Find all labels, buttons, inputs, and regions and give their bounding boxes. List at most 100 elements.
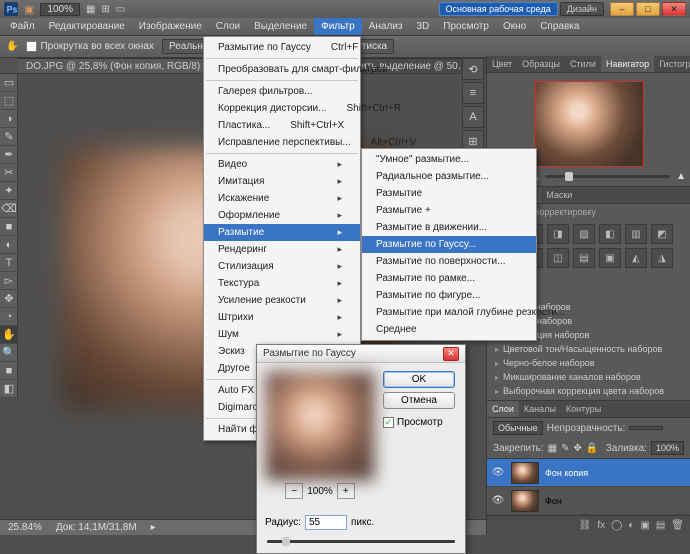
mi-group-4[interactable]: Размытие [204,224,360,241]
mi-blur-3[interactable]: Размытие + [362,202,536,219]
mi-lens[interactable]: Коррекция дисторсии...Shift+Ctrl+R [204,100,360,117]
nav-zoom-slider[interactable] [545,175,670,178]
adjust-icon-13[interactable]: ◮ [651,248,673,268]
mi-blur-1[interactable]: Радиальное размытие... [362,168,536,185]
tab-masks[interactable]: Маски [541,187,577,203]
tool-wand[interactable]: ✎ [0,128,18,146]
menu-image[interactable]: Изображение [132,18,209,35]
foreground-color[interactable]: ■ [0,362,18,380]
adjust-icon-11[interactable]: ▣ [599,248,621,268]
menu-edit[interactable]: Редактирование [42,18,132,35]
menu-3d[interactable]: 3D [409,18,436,35]
fill-input[interactable]: 100% [651,441,684,455]
zoom-dropdown[interactable]: 100% [40,3,80,16]
mi-liquify[interactable]: Пластика...Shift+Ctrl+X [204,117,360,134]
link-layers-icon[interactable]: ⛓ [579,520,592,531]
preset-6[interactable]: Выборочная коррекция цвета наборов [487,384,690,398]
fx-icon[interactable]: fx [597,520,605,531]
tool-gradient[interactable]: ◐ [0,236,18,254]
status-doc[interactable]: Док: 14,1M/31,8M [56,522,137,533]
character-icon[interactable]: A [462,106,484,128]
mi-blur-6[interactable]: Размытие по поверхности... [362,253,536,270]
mi-blur-9[interactable]: Размытие при малой глубине резкости... [362,304,536,321]
maximize-button[interactable]: □ [636,2,660,16]
tab-histogram[interactable]: Гистограмма [654,56,690,72]
lock-pixels-icon[interactable]: ✎ [561,443,569,454]
adjust-icon-6[interactable]: ◩ [651,224,673,244]
menu-help[interactable]: Справка [533,18,586,35]
menu-analysis[interactable]: Анализ [362,18,410,35]
mi-blur-2[interactable]: Размытие [362,185,536,202]
mi-group-0[interactable]: Видео [204,156,360,173]
bridge-icon[interactable]: ▣ [24,3,34,16]
close-button[interactable]: ✕ [662,2,686,16]
mi-blur-5[interactable]: Размытие по Гауссу... [362,236,536,253]
arrange-icon[interactable]: ⊞ [101,4,109,15]
workspace-tab-design[interactable]: Дизайн [560,2,604,16]
tool-crop[interactable]: ✒ [0,146,18,164]
mi-blur-4[interactable]: Размытие в движении... [362,219,536,236]
mi-gallery[interactable]: Галерея фильтров... [204,83,360,100]
mi-group-7[interactable]: Текстура [204,275,360,292]
tool-lasso[interactable]: ◑ [0,110,18,128]
zoom-in-icon[interactable]: ▲ [676,171,686,182]
mi-group-6[interactable]: Стилизация [204,258,360,275]
layer-thumb[interactable] [511,462,539,484]
mi-blur-8[interactable]: Размытие по фигуре... [362,287,536,304]
tool-type[interactable]: T [0,254,18,272]
menu-file[interactable]: Файл [3,18,42,35]
ok-button[interactable]: OK [383,371,455,388]
mi-blur-7[interactable]: Размытие по рамке... [362,270,536,287]
menu-filter[interactable]: Фильтр [314,18,362,35]
tab-styles[interactable]: Стили [565,56,601,72]
tool-shape[interactable]: ◔ [0,308,18,326]
scroll-all-checkbox[interactable]: Прокрутка во всех окнах [26,41,154,52]
blend-mode-select[interactable]: Обычные [493,421,543,435]
tool-stamp[interactable]: ■ [0,218,18,236]
adjust-icon-12[interactable]: ◭ [625,248,647,268]
doc-tab-0[interactable]: DO.JPG @ 25,8% (Фон копия, RGB/8)× [18,58,219,73]
minimize-button[interactable]: – [610,2,634,16]
preset-4[interactable]: Черно-белое наборов [487,356,690,370]
mi-group-1[interactable]: Имитация [204,173,360,190]
menu-layer[interactable]: Слои [209,18,247,35]
cancel-button[interactable]: Отмена [383,392,455,409]
layer-row[interactable]: 👁Фон копия [487,459,690,487]
tool-move[interactable]: ▭ [0,74,18,92]
preview-checkbox[interactable]: ✓Просмотр [383,417,455,428]
zoom-in-button[interactable]: + [337,483,355,499]
adjust-icon-3[interactable]: ▨ [573,224,595,244]
radius-input[interactable] [305,515,347,530]
actions-icon[interactable]: ≡ [462,82,484,104]
group-icon[interactable]: ▣ [640,520,649,531]
tool-pen[interactable]: ▻ [0,272,18,290]
lock-position-icon[interactable]: ✥ [574,443,582,454]
adjust-icon-2[interactable]: ◨ [547,224,569,244]
radius-slider[interactable] [267,540,455,543]
preset-5[interactable]: Микширование каналов наборов [487,370,690,384]
mi-last-filter[interactable]: Размытие по ГауссуCtrl+F [204,39,360,56]
tool-marquee[interactable]: ⬚ [0,92,18,110]
preset-3[interactable]: Цветовой тон/Насыщенность наборов [487,342,690,356]
tool-heal[interactable]: ✦ [0,182,18,200]
layer-thumb[interactable] [511,490,539,512]
adjustment-layer-icon[interactable]: ◐ [628,520,634,531]
mask-icon[interactable]: ◯ [611,520,622,531]
zoom-out-button[interactable]: − [285,483,303,499]
tool-hand[interactable]: ✋ [0,326,18,344]
opacity-input[interactable] [629,426,663,430]
menu-window[interactable]: Окно [496,18,533,35]
chevron-right-icon[interactable]: ▸ [151,522,156,533]
quickmask[interactable]: ◧ [0,380,18,398]
tool-path[interactable]: ✥ [0,290,18,308]
tab-layers[interactable]: Слои [487,401,519,417]
menu-view[interactable]: Просмотр [436,18,496,35]
mi-group-3[interactable]: Оформление [204,207,360,224]
dialog-preview[interactable] [265,371,375,481]
dialog-titlebar[interactable]: Размытие по Гауссу ✕ [257,345,465,363]
new-layer-icon[interactable]: ▤ [656,520,665,531]
visibility-icon[interactable]: 👁 [487,467,509,478]
delete-layer-icon[interactable]: 🗑 [671,520,684,531]
visibility-icon[interactable]: 👁 [487,495,509,506]
navigator-thumbnail[interactable] [534,81,644,167]
